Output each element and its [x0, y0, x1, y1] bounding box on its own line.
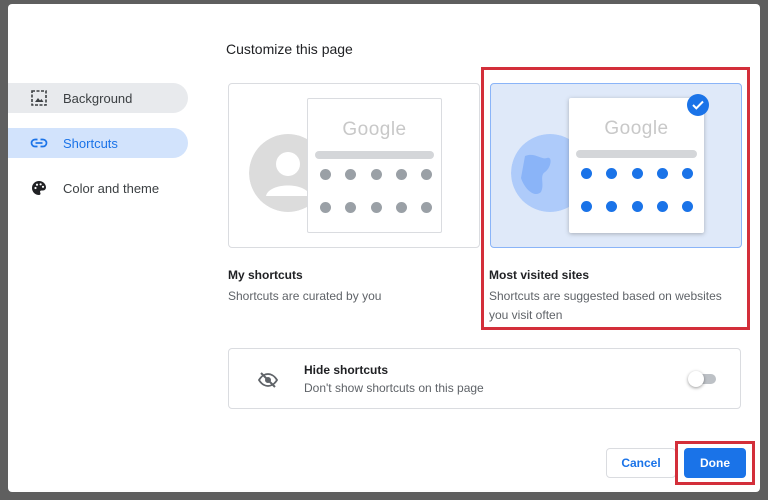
sidebar-item-color-and-theme[interactable]: Color and theme: [8, 173, 188, 203]
hide-shortcuts-toggle[interactable]: [688, 371, 718, 387]
palette-icon: [30, 179, 48, 197]
preview-shortcut-dots: [581, 168, 693, 234]
preview-logo: Google: [342, 119, 407, 140]
eye-off-icon: [257, 372, 279, 388]
preview-search-bar: [576, 150, 697, 158]
image-icon: [30, 89, 48, 107]
preview-search-bar: [315, 151, 434, 159]
hide-shortcuts-title: Hide shortcuts: [304, 363, 389, 377]
most-visited-description-line2: you visit often: [489, 308, 563, 322]
most-visited-preview: Google: [569, 98, 704, 233]
my-shortcuts-title: My shortcuts: [228, 268, 303, 282]
sidebar-item-label: Shortcuts: [63, 135, 118, 151]
sidebar-item-label: Background: [63, 90, 133, 106]
selected-check-icon: [687, 94, 709, 116]
hide-shortcuts-description: Don't show shortcuts on this page: [304, 381, 484, 395]
preview-logo: Google: [604, 118, 669, 139]
my-shortcuts-description: Shortcuts are curated by you: [228, 289, 382, 303]
link-icon: [30, 134, 48, 152]
cancel-button[interactable]: Cancel: [606, 448, 676, 478]
my-shortcuts-card[interactable]: Google: [228, 83, 480, 248]
sidebar-item-background[interactable]: Background: [8, 83, 188, 113]
toggle-knob: [688, 371, 704, 387]
shortcuts-preview: Google: [307, 98, 442, 233]
preview-shortcut-dots: [320, 169, 432, 235]
most-visited-card[interactable]: Google: [490, 83, 742, 248]
dialog-title: Customize this page: [226, 41, 353, 57]
most-visited-description-line1: Shortcuts are suggested based on website…: [489, 289, 722, 303]
done-button[interactable]: Done: [684, 448, 746, 478]
most-visited-title: Most visited sites: [489, 268, 590, 282]
hide-shortcuts-row: Hide shortcuts Don't show shortcuts on t…: [228, 348, 741, 409]
sidebar-item-label: Color and theme: [63, 180, 160, 196]
sidebar-item-shortcuts[interactable]: Shortcuts: [8, 128, 188, 158]
customize-dialog: Customize this page Background Shortcuts: [8, 4, 760, 492]
